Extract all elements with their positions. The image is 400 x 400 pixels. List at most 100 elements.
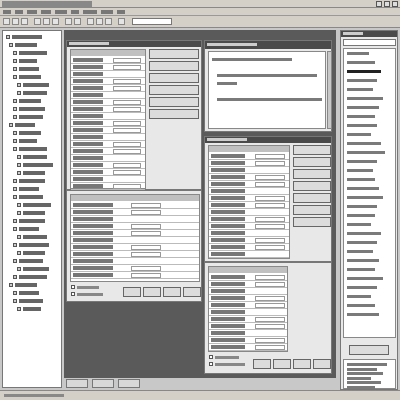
bottom-button-1[interactable] <box>123 287 141 297</box>
paste-icon[interactable] <box>52 18 59 25</box>
property-value[interactable] <box>255 161 285 166</box>
table-row[interactable] <box>209 344 287 351</box>
editor-scrollbar[interactable] <box>327 51 332 129</box>
list-item[interactable] <box>347 97 383 100</box>
toolbar-combo[interactable] <box>132 18 172 25</box>
lower-button-4[interactable] <box>313 359 331 369</box>
list-item[interactable] <box>347 241 377 244</box>
tree-node[interactable] <box>19 243 49 247</box>
list-item[interactable] <box>347 169 373 172</box>
tree-node[interactable] <box>23 235 47 239</box>
table-row[interactable] <box>209 295 287 302</box>
tree-node[interactable] <box>19 115 43 119</box>
table-row[interactable] <box>71 141 145 148</box>
table-row[interactable] <box>209 216 289 223</box>
menu-item-7[interactable] <box>83 10 97 14</box>
property-value[interactable] <box>113 79 141 84</box>
property-value[interactable] <box>255 217 285 222</box>
save-icon[interactable] <box>21 18 28 25</box>
property-value[interactable] <box>255 245 285 250</box>
project-tree[interactable] <box>2 30 62 388</box>
tree-node[interactable] <box>23 211 45 215</box>
list-item[interactable] <box>347 187 379 190</box>
list-panel-combo[interactable] <box>343 39 396 46</box>
property-value[interactable] <box>131 231 161 236</box>
list-item[interactable] <box>347 124 377 127</box>
property-value[interactable] <box>255 324 285 329</box>
table-row[interactable] <box>71 223 199 230</box>
tree-node[interactable] <box>19 75 41 79</box>
table-row[interactable] <box>71 120 145 127</box>
open-folder-icon[interactable] <box>12 18 19 25</box>
tree-node[interactable] <box>23 307 41 311</box>
tree-node[interactable] <box>23 163 53 167</box>
property-value[interactable] <box>255 175 285 180</box>
table-row[interactable] <box>209 223 289 230</box>
list-item[interactable] <box>347 268 375 271</box>
tree-node[interactable] <box>19 107 45 111</box>
table-row[interactable] <box>209 188 289 195</box>
option-checkbox-1[interactable] <box>71 285 75 289</box>
tree-node[interactable] <box>23 203 51 207</box>
table-row[interactable] <box>71 71 145 78</box>
list-item[interactable] <box>347 133 371 136</box>
tree-node[interactable] <box>19 219 45 223</box>
tree-node[interactable] <box>23 171 45 175</box>
undo-icon[interactable] <box>65 18 72 25</box>
property-value[interactable] <box>113 142 141 147</box>
table-row[interactable] <box>209 237 289 244</box>
table-row[interactable] <box>71 99 145 106</box>
build-icon[interactable] <box>105 18 112 25</box>
table-row[interactable] <box>71 251 199 258</box>
tree-node[interactable] <box>23 251 45 255</box>
table-row[interactable] <box>209 195 289 202</box>
tree-node[interactable] <box>19 147 47 151</box>
list-item[interactable] <box>347 259 379 262</box>
menu-item-1[interactable] <box>3 10 11 14</box>
list-item[interactable] <box>347 178 375 181</box>
table-row[interactable] <box>209 160 289 167</box>
list-item[interactable] <box>347 151 385 154</box>
panel-button[interactable] <box>149 49 199 59</box>
table-row[interactable] <box>209 288 287 295</box>
panel-button[interactable] <box>149 73 199 83</box>
lower-button-1[interactable] <box>253 359 271 369</box>
table-row[interactable] <box>71 162 145 169</box>
list-item[interactable] <box>347 232 381 235</box>
table-row[interactable] <box>71 202 199 209</box>
property-value[interactable] <box>131 245 161 250</box>
lower-button-2[interactable] <box>273 359 291 369</box>
table-row[interactable] <box>71 134 145 141</box>
table-row[interactable] <box>209 174 289 181</box>
table-row[interactable] <box>209 302 287 309</box>
list-item[interactable] <box>347 88 373 91</box>
property-value[interactable] <box>113 107 141 112</box>
tree-node[interactable] <box>19 299 43 303</box>
property-value[interactable] <box>113 121 141 126</box>
stop-icon[interactable] <box>96 18 103 25</box>
property-value[interactable] <box>255 154 285 159</box>
property-value[interactable] <box>255 224 285 229</box>
table-row[interactable] <box>209 202 289 209</box>
property-value[interactable] <box>131 203 161 208</box>
table-row[interactable] <box>71 92 145 99</box>
property-value[interactable] <box>113 128 141 133</box>
list-item[interactable] <box>347 250 373 253</box>
tab-3[interactable] <box>118 379 140 388</box>
property-value[interactable] <box>131 252 161 257</box>
list-item[interactable] <box>347 142 381 145</box>
table-row[interactable] <box>209 330 287 337</box>
property-value[interactable] <box>255 238 285 243</box>
property-value[interactable] <box>131 266 161 271</box>
tree-node[interactable] <box>19 275 47 279</box>
table-row[interactable] <box>71 230 199 237</box>
list-item[interactable] <box>347 277 383 280</box>
property-value[interactable] <box>113 163 141 168</box>
property-value[interactable] <box>255 317 285 322</box>
property-value[interactable] <box>113 100 141 105</box>
panel-button[interactable] <box>149 85 199 95</box>
list-item[interactable] <box>347 295 371 298</box>
table-row[interactable] <box>209 167 289 174</box>
tree-node[interactable] <box>19 131 41 135</box>
property-value[interactable] <box>255 296 285 301</box>
